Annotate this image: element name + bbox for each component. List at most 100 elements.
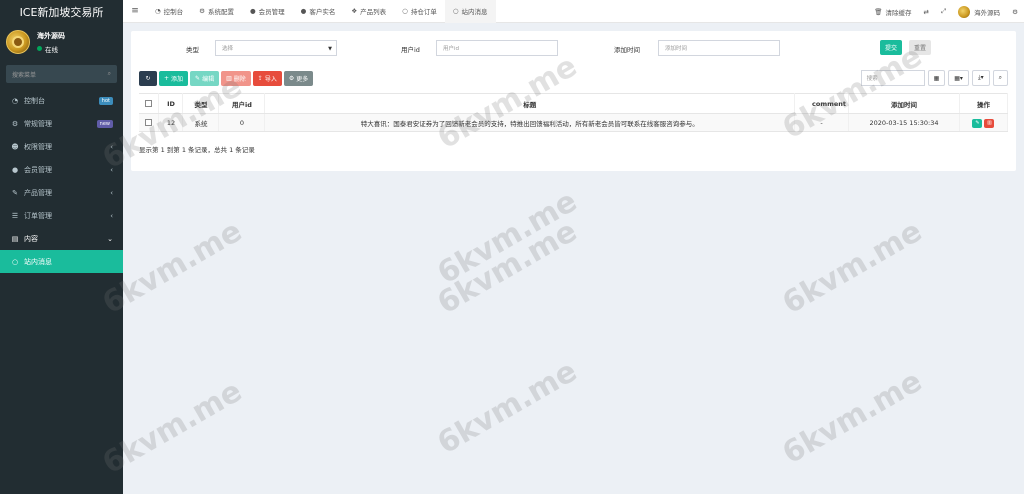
settings-gear-icon[interactable]: ⚙ [1006, 8, 1024, 16]
row-checkbox[interactable] [139, 113, 160, 132]
cog-icon: ⚙ [199, 7, 205, 15]
app-title[interactable]: ICE新加坡交易所 [0, 0, 123, 23]
language-icon[interactable]: ⇄ [918, 8, 935, 16]
sidebar-item-general[interactable]: ⚙ 常规管理 new [0, 112, 123, 135]
watermark: 6kvm.me [776, 363, 929, 472]
search-icon: ⌕ [998, 74, 1002, 81]
watermark: 6kvm.me [431, 183, 584, 292]
column-header-comment[interactable]: comment [794, 93, 850, 114]
search-icon[interactable]: ⌕ [108, 70, 111, 78]
user-name: 海外源码 [37, 31, 65, 40]
sidebar-item-members[interactable]: ● 会员管理 ‹ [0, 158, 123, 181]
sidebar-item-orders[interactable]: ☰ 订单管理 ‹ [0, 204, 123, 227]
column-header-id[interactable]: ID [158, 93, 184, 114]
chevron-down-icon: ⌄ [107, 234, 113, 243]
filter-form: 类型 选择 ▼ 用户id 用户id 添加时间 添加时间 提交 重置 [131, 40, 1016, 56]
cell-id: 12 [158, 113, 184, 132]
addtime-input[interactable]: 添加时间 [658, 40, 780, 56]
row-delete-button[interactable]: ▥ [984, 118, 995, 128]
circle-icon: ○ [11, 257, 19, 266]
chevron-left-icon: ‹ [110, 142, 113, 151]
watermark: 6kvm.me [431, 213, 584, 322]
sidebar-item-content[interactable]: ▤ 内容 ⌄ [0, 227, 123, 250]
trash-icon: ▥ [226, 75, 232, 82]
tab-member-management[interactable]: ● 会员管理 [242, 0, 293, 23]
sidebar-search-input[interactable]: 搜索菜单 ⌕ [6, 65, 117, 83]
cubes-icon: ❖ [351, 7, 358, 15]
caret-down-icon: ▼ [328, 46, 332, 52]
select-all-checkbox[interactable] [139, 93, 160, 114]
columns-icon: ▦▾ [954, 74, 963, 82]
type-label: 类型 [186, 46, 199, 54]
message-table: ID 类型 用户id 标题 comment 添加时间 操作 12 系统 0 特大… [139, 93, 1009, 132]
columns-button[interactable]: ▦▾ [948, 70, 969, 86]
reset-button[interactable]: 重置 [909, 40, 932, 55]
cell-userid: 0 [218, 113, 266, 132]
sidebar: ICE新加坡交易所 海外源码 在线 搜索菜单 ⌕ ◔ 控制台 hot ⚙ 常规管… [0, 0, 123, 494]
sidebar-item-products[interactable]: ✎ 产品管理 ‹ [0, 181, 123, 204]
watermark: 6kvm.me [431, 353, 584, 462]
circle-icon: ○ [452, 7, 459, 15]
pencil-icon: ✎ [195, 75, 201, 82]
pagination-info: 显示第 1 到第 1 条记录，总共 1 条记录 [139, 146, 255, 154]
list-alt-icon: ▤ [11, 234, 19, 243]
hot-badge: hot [98, 96, 113, 105]
advanced-search-button[interactable]: ⌕ [992, 70, 1008, 86]
clear-cache-button[interactable]: 🗑 清除缓存 [868, 7, 917, 17]
cell-comment: - [794, 113, 850, 132]
user-status: 在线 [37, 44, 65, 54]
tab-position-orders[interactable]: ○ 持仓订单 [394, 0, 445, 23]
column-header-title[interactable]: 标题 [264, 93, 796, 114]
edit-button[interactable]: ✎ 编辑 [190, 71, 220, 86]
sidebar-item-permissions[interactable]: ☻ 权限管理 ‹ [0, 135, 123, 158]
tab-customer-realname[interactable]: ● 客户实名 [293, 0, 344, 23]
cog-icon: ⚙ [288, 75, 295, 82]
table-toolbar: ↻ + 添加 ✎ 编辑 ▥ 删除 ⇪ 导入 ⚙ 更多 [139, 71, 314, 86]
toggle-view-button[interactable]: ▦ [927, 70, 946, 86]
userid-input[interactable]: 用户id [436, 40, 558, 56]
submit-button[interactable]: 提交 [880, 40, 903, 55]
watermark: 6kvm.me [776, 213, 929, 322]
column-header-actions: 操作 [959, 93, 1009, 114]
more-button[interactable]: ⚙ 更多 [283, 71, 314, 86]
tab-system-config[interactable]: ⚙ 系统配置 [191, 0, 242, 23]
tab-site-messages[interactable]: ○ 站内消息 [444, 0, 496, 23]
addtime-label: 添加时间 [614, 46, 640, 54]
column-header-addtime[interactable]: 添加时间 [848, 93, 960, 114]
table-row[interactable]: 12 系统 0 特大喜讯：国泰君安证券为了回馈新老会员的支持，特推出回馈福利活动… [139, 113, 1009, 132]
cogs-icon: ⚙ [11, 119, 19, 128]
table-search-input[interactable]: 搜索 [860, 70, 925, 86]
tab-product-list[interactable]: ❖ 产品列表 [343, 0, 394, 23]
chevron-left-icon: ‹ [110, 165, 113, 174]
import-button[interactable]: ⇪ 导入 [252, 71, 282, 86]
type-select[interactable]: 选择 ▼ [215, 40, 337, 56]
content-panel: 类型 选择 ▼ 用户id 用户id 添加时间 添加时间 提交 重置 ↻ + 添加 … [131, 31, 1016, 171]
fullscreen-icon[interactable]: ⤢ [935, 7, 952, 16]
cell-addtime: 2020-03-15 15:30:34 [848, 113, 960, 132]
list-icon: ☰ [11, 211, 19, 220]
cell-type: 系统 [182, 113, 220, 132]
chevron-left-icon: ‹ [110, 188, 113, 197]
online-dot-icon [37, 46, 42, 51]
userid-label: 用户id [401, 46, 420, 54]
menu-toggle-icon[interactable]: ≡ [123, 6, 147, 16]
topbar-user[interactable]: 海外源码 [952, 5, 1006, 18]
table-tools: 搜索 ▦ ▦▾ ⤓▾ ⌕ [860, 70, 1008, 86]
export-icon: ⤓▾ [977, 74, 984, 81]
delete-button[interactable]: ▥ 删除 [221, 71, 251, 86]
user-icon: ● [300, 7, 307, 15]
column-header-userid[interactable]: 用户id [218, 93, 266, 114]
refresh-button[interactable]: ↻ [139, 71, 157, 86]
export-button[interactable]: ⤓▾ [971, 70, 990, 86]
sidebar-item-messages[interactable]: ○ 站内消息 [0, 250, 123, 273]
row-edit-button[interactable]: ✎ [972, 118, 983, 128]
dashboard-icon: ◔ [11, 96, 19, 105]
sidebar-item-dashboard[interactable]: ◔ 控制台 hot [0, 89, 123, 112]
column-header-type[interactable]: 类型 [182, 93, 220, 114]
circle-icon: ○ [402, 7, 408, 15]
refresh-icon: ↻ [145, 75, 151, 82]
trash-icon: 🗑 [874, 7, 883, 16]
add-button[interactable]: + 添加 [159, 71, 189, 86]
tab-dashboard[interactable]: ◔ 控制台 [147, 0, 191, 23]
user-icon: ● [250, 7, 256, 15]
